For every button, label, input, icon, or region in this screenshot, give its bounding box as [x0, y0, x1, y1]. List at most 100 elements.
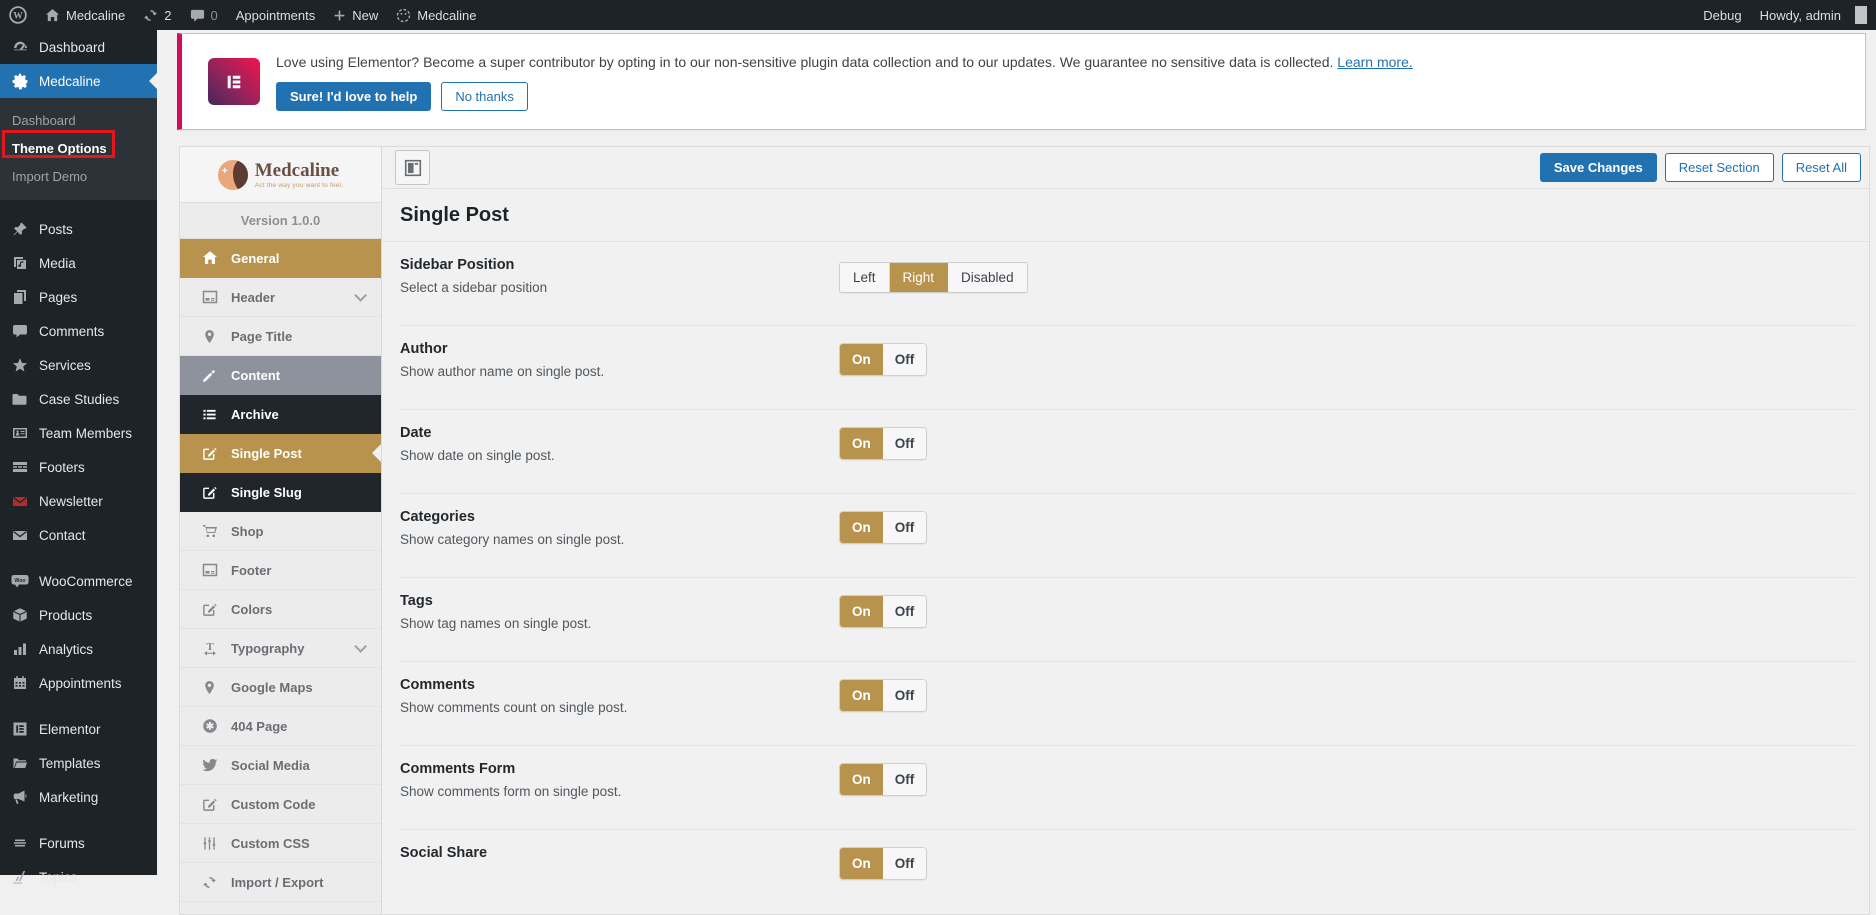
comments-bubble[interactable]: 0 [181, 0, 227, 30]
toggle-on[interactable]: On [840, 764, 883, 795]
option-left[interactable]: Left [840, 263, 890, 292]
menu-item-custom-code[interactable]: Custom Code [180, 785, 381, 824]
menu-item-social-media[interactable]: Social Media [180, 746, 381, 785]
sidebar-item-posts[interactable]: Posts [0, 212, 157, 246]
toggle-on[interactable]: On [840, 344, 883, 375]
sidebar-item-newsletter[interactable]: Newsletter [0, 484, 157, 518]
menu-item-content[interactable]: Content [180, 356, 381, 395]
sidebar-item-products[interactable]: Products [0, 598, 157, 632]
sidebar-item-label: Newsletter [39, 494, 103, 509]
sidebar-item-dashboard[interactable]: Dashboard [0, 30, 157, 64]
categories-toggle[interactable]: On Off [839, 511, 927, 544]
sidebar-item-label: Comments [39, 324, 104, 339]
sidebar-item-templates[interactable]: Templates [0, 746, 157, 780]
sidebar-item-analytics[interactable]: Analytics [0, 632, 157, 666]
toggle-on[interactable]: On [840, 848, 883, 879]
tags-toggle[interactable]: On Off [839, 595, 927, 628]
folder-icon [10, 391, 30, 407]
setting-desc: Show tag names on single post. [400, 616, 839, 631]
setting-desc: Show author name on single post. [400, 364, 839, 379]
learn-more-link[interactable]: Learn more. [1337, 54, 1412, 70]
toggle-on[interactable]: On [840, 680, 883, 711]
option-right[interactable]: Right [890, 263, 949, 292]
submenu-item-theme-options[interactable]: Theme Options [0, 134, 157, 162]
sidebar-item-team-members[interactable]: Team Members [0, 416, 157, 450]
calendar-icon [10, 675, 30, 691]
toggle-off[interactable]: Off [883, 848, 927, 879]
toggle-off[interactable]: Off [883, 428, 927, 459]
menu-item-custom-css[interactable]: Custom CSS [180, 824, 381, 863]
debug-menu[interactable]: Debug [1694, 0, 1750, 30]
sidebar-item-forums[interactable]: Forums [0, 826, 157, 860]
save-changes-button[interactable]: Save Changes [1540, 153, 1657, 182]
menu-item-archive[interactable]: Archive [180, 395, 381, 434]
reset-all-button[interactable]: Reset All [1782, 153, 1861, 182]
menu-item-general[interactable]: General [180, 239, 381, 278]
sidebar-item-topics[interactable]: Topics [0, 860, 157, 894]
howdy-label: Howdy, admin [1760, 8, 1841, 23]
sidebar-item-woocommerce[interactable]: Woo WooCommerce [0, 564, 157, 598]
toggle-off[interactable]: Off [883, 344, 927, 375]
sidebar-item-media[interactable]: Media [0, 246, 157, 280]
menu-item-header[interactable]: Header [180, 278, 381, 317]
menu-item-single-slug[interactable]: Single Slug [180, 473, 381, 512]
sidebar-item-contact[interactable]: Contact [0, 518, 157, 552]
setting-label: Social Share [400, 845, 839, 861]
toggle-off[interactable]: Off [883, 680, 927, 711]
menu-item-label: 404 Page [231, 719, 287, 734]
menu-item-single-post[interactable]: Single Post [180, 434, 381, 473]
sidebar-item-services[interactable]: Services [0, 348, 157, 382]
toggle-on[interactable]: On [840, 596, 883, 627]
toggle-on[interactable]: On [840, 512, 883, 543]
sidebar-item-pages[interactable]: Pages [0, 280, 157, 314]
toggle-off[interactable]: Off [883, 512, 927, 543]
comments-toggle[interactable]: On Off [839, 679, 927, 712]
site-menu[interactable]: Medcaline [36, 0, 134, 30]
notice-decline-button[interactable]: No thanks [441, 82, 528, 111]
social-share-toggle[interactable]: On Off [839, 847, 927, 880]
submenu-item-dashboard[interactable]: Dashboard [0, 106, 157, 134]
comments-form-toggle[interactable]: On Off [839, 763, 927, 796]
menu-item-google-maps[interactable]: Google Maps [180, 668, 381, 707]
sidebar-item-footers[interactable]: Footers [0, 450, 157, 484]
notice-accept-button[interactable]: Sure! I'd love to help [276, 82, 431, 111]
view-site-menu[interactable]: Medcaline [387, 0, 485, 30]
new-menu[interactable]: New [324, 0, 387, 30]
toggle-sidebar-button[interactable] [395, 150, 430, 185]
menu-item-colors[interactable]: Colors [180, 590, 381, 629]
date-toggle[interactable]: On Off [839, 427, 927, 460]
reset-section-button[interactable]: Reset Section [1665, 153, 1774, 182]
sidebar-item-medcaline[interactable]: Medcaline [0, 64, 157, 98]
setting-row-categories: Categories Show category names on single… [400, 494, 1855, 578]
option-disabled[interactable]: Disabled [948, 263, 1027, 292]
sidebar-item-label: Medcaline [39, 74, 101, 89]
sidebar-position-buttons: Left Right Disabled [839, 262, 1028, 293]
setting-desc: Show comments count on single post. [400, 700, 839, 715]
toggle-off[interactable]: Off [883, 596, 927, 627]
sidebar-item-marketing[interactable]: Marketing [0, 780, 157, 814]
updates[interactable]: 2 [134, 0, 180, 30]
toggle-on[interactable]: On [840, 428, 883, 459]
menu-item-typography[interactable]: T Typography [180, 629, 381, 668]
sidebar-item-case-studies[interactable]: Case Studies [0, 382, 157, 416]
account-menu[interactable]: Howdy, admin [1751, 0, 1876, 30]
menu-item-import-export[interactable]: Import / Export [180, 863, 381, 902]
appointments-menu[interactable]: Appointments [227, 0, 325, 30]
author-toggle[interactable]: On Off [839, 343, 927, 376]
toggle-off[interactable]: Off [883, 764, 927, 795]
sidebar-item-elementor[interactable]: Elementor [0, 712, 157, 746]
menu-item-footer[interactable]: Footer [180, 551, 381, 590]
menu-item-shop[interactable]: Shop [180, 512, 381, 551]
menu-item-page-title[interactable]: Page Title [180, 317, 381, 356]
page-title: Single Post [382, 189, 1869, 242]
wordpress-logo[interactable]: W [0, 0, 36, 30]
menu-item-404-page[interactable]: ✱ 404 Page [180, 707, 381, 746]
sidebar-item-label: Dashboard [39, 40, 105, 55]
map-pin-icon [201, 329, 218, 344]
sliders-icon [201, 836, 218, 851]
sidebar-item-label: Pages [39, 290, 77, 305]
submenu-item-import-demo[interactable]: Import Demo [0, 162, 157, 190]
sidebar-item-comments[interactable]: Comments [0, 314, 157, 348]
setting-desc: Show date on single post. [400, 448, 839, 463]
sidebar-item-appointments[interactable]: Appointments [0, 666, 157, 700]
